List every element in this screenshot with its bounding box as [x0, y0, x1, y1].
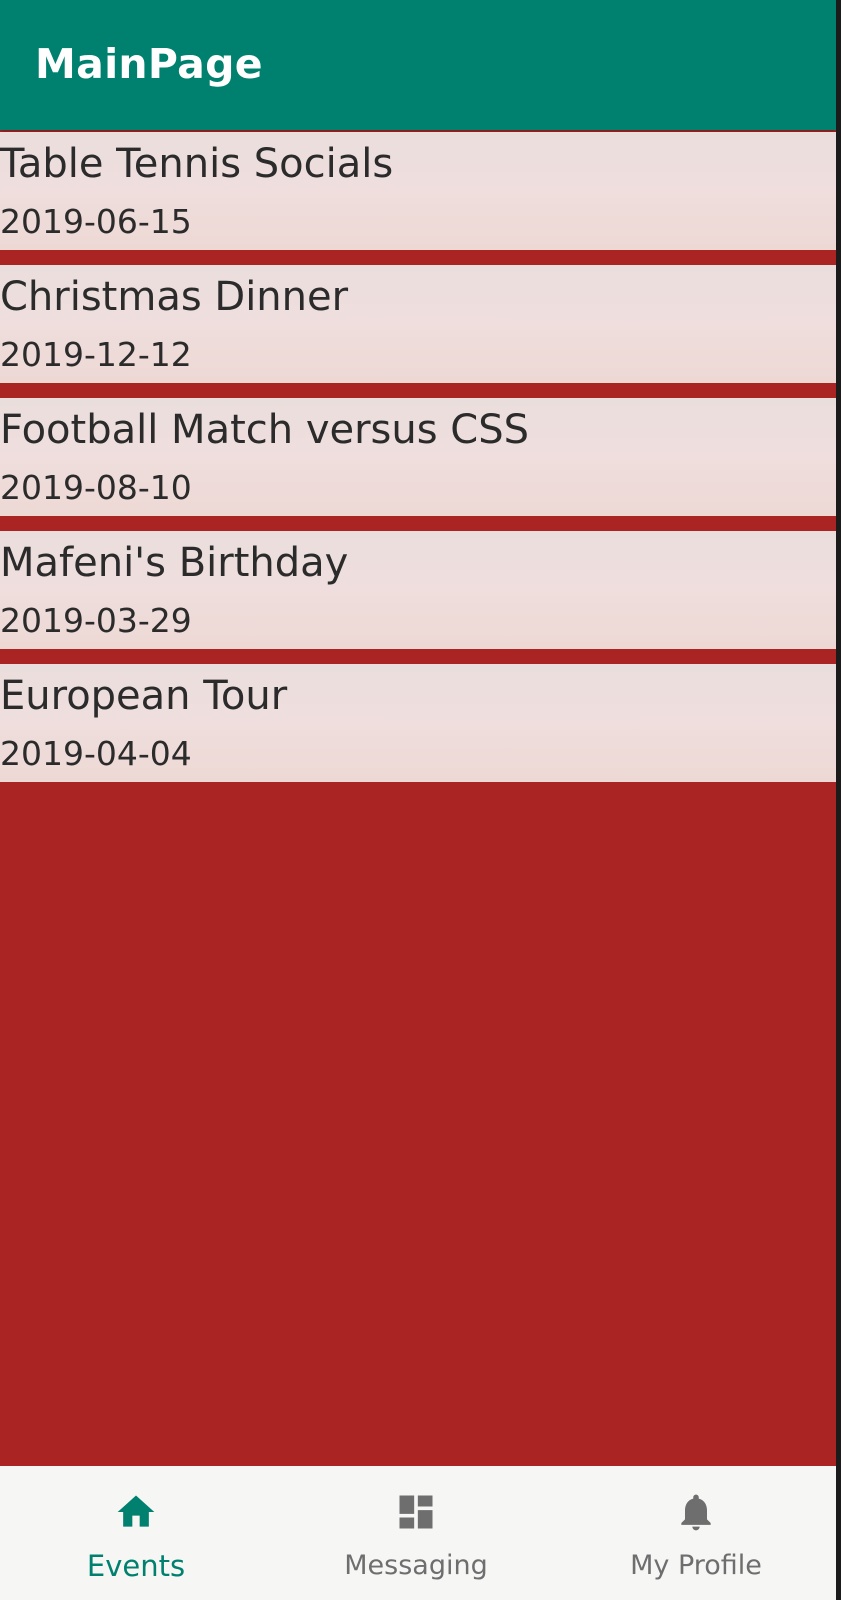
event-date: 2019-08-10 — [0, 468, 192, 507]
list-item[interactable]: Christmas Dinner 2019-12-12 — [0, 265, 836, 383]
page-title: MainPage — [35, 40, 263, 88]
event-name: Table Tennis Socials — [0, 141, 394, 187]
nav-label-my-profile: My Profile — [630, 1550, 762, 1581]
list-item[interactable]: Mafeni's Birthday 2019-03-29 — [0, 531, 836, 649]
event-name: Christmas Dinner — [0, 274, 349, 320]
bell-icon — [681, 1494, 711, 1531]
event-date: 2019-04-04 — [0, 734, 192, 773]
event-date: 2019-06-15 — [0, 202, 192, 241]
event-date: 2019-12-12 — [0, 335, 192, 374]
event-name: Mafeni's Birthday — [0, 540, 349, 586]
bottom-navigation: Events Messaging My Profile — [0, 1466, 836, 1600]
nav-tab-my-profile[interactable]: My Profile — [596, 1466, 796, 1600]
nav-label-messaging: Messaging — [344, 1550, 488, 1581]
list-item[interactable]: Football Match versus CSS 2019-08-10 — [0, 398, 836, 516]
nav-label-events: Events — [86, 1549, 186, 1583]
home-icon — [117, 1495, 155, 1527]
window-edge — [836, 0, 841, 1600]
app-bar: MainPage — [0, 0, 836, 130]
nav-tab-messaging[interactable]: Messaging — [316, 1466, 516, 1600]
event-list: Table Tennis Socials 2019-06-15 Christma… — [0, 132, 836, 782]
event-name: Football Match versus CSS — [0, 407, 530, 453]
dashboard-icon — [399, 1495, 433, 1529]
event-date: 2019-03-29 — [0, 601, 192, 640]
nav-tab-events[interactable]: Events — [36, 1466, 236, 1600]
list-item[interactable]: Table Tennis Socials 2019-06-15 — [0, 132, 836, 250]
event-name: European Tour — [0, 673, 288, 719]
list-item[interactable]: European Tour 2019-04-04 — [0, 664, 836, 782]
